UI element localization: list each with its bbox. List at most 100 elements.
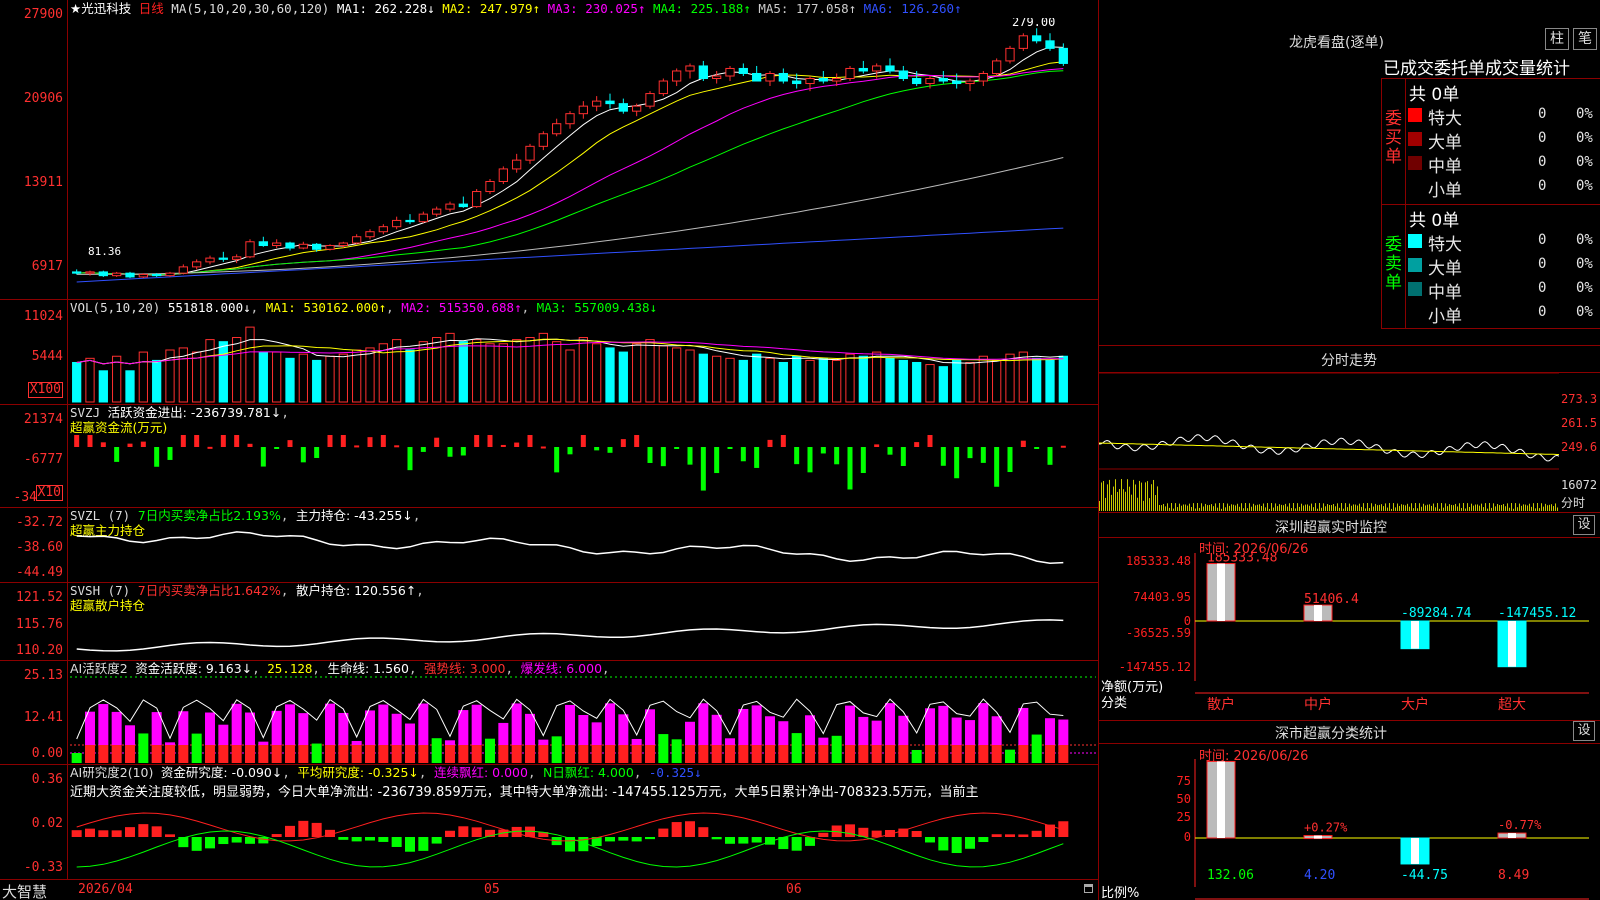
volume-chart[interactable] — [70, 314, 1096, 404]
activity-base — [685, 745, 695, 763]
ai-research-pane[interactable]: 0.36 0.02 -0.33 AI研究度2(10) 资金研究度: -0.090… — [0, 765, 1098, 879]
svsh-pane[interactable]: 121.52 115.76 110.20 SVSH (7) 7日内买卖净占比1.… — [0, 583, 1098, 661]
candle-body — [605, 100, 615, 105]
flow-bar — [834, 447, 840, 465]
candle-body — [458, 203, 468, 208]
price-tick: 6917 — [31, 259, 63, 274]
ai2-axis: 0.36 0.02 -0.33 — [0, 765, 68, 879]
research-bar — [458, 826, 469, 837]
volume-bar — [152, 359, 162, 403]
kline-pane[interactable]: 27900 20906 13911 6917 ★光迅科技 日线 MA(5,10,… — [0, 0, 1098, 300]
intraday-vol-bar — [1333, 504, 1334, 511]
activity-base — [258, 745, 269, 763]
sz-class-settings-button[interactable]: 设 — [1573, 721, 1595, 741]
candle-body — [285, 242, 295, 249]
candle-body — [818, 78, 828, 82]
activity-base — [618, 745, 629, 763]
activity-base — [298, 745, 309, 763]
intraday-chart[interactable] — [1099, 373, 1559, 513]
activity-bar — [778, 721, 789, 745]
ai-activity-pane[interactable]: 25.13 12.41 0.00 AI活跃度2 资金活跃度: 9.163↓, 2… — [0, 661, 1098, 765]
row-count: 0 — [1538, 304, 1547, 320]
intraday-vol-bar — [1343, 508, 1344, 511]
intraday-vol-bar — [1457, 506, 1458, 511]
intraday-vol-bar — [1445, 503, 1446, 511]
ai1-v3: 生命线: 1.560 — [327, 661, 409, 676]
svzj-label: SVZJ — [70, 405, 101, 420]
svzj-axis: 21374 -6777 -34 X10 — [0, 405, 68, 507]
sz-monitor-settings-button[interactable]: 设 — [1573, 515, 1595, 535]
flow-bar — [194, 435, 200, 447]
activity-bar — [871, 720, 882, 745]
intraday-vol-bar — [1227, 503, 1228, 511]
bar-value-label: 4.20 — [1304, 868, 1335, 883]
intraday-vol-bar — [1281, 504, 1282, 511]
ai-research-chart[interactable] — [70, 801, 1096, 879]
intraday-vol-bar — [1295, 508, 1296, 511]
intraday-vol-bar — [1495, 506, 1496, 511]
intraday-vol-bar — [1299, 506, 1300, 511]
intraday-vol-bar — [1125, 491, 1126, 511]
activity-base — [405, 745, 415, 763]
intraday-vol-bar — [1209, 504, 1210, 511]
intraday-vol-bar — [1437, 503, 1438, 511]
intraday-vol-bar — [1413, 508, 1414, 511]
intraday-vol-bar — [1165, 506, 1166, 511]
svsh-chart[interactable] — [70, 603, 1096, 660]
svzj-chart[interactable] — [70, 435, 1096, 507]
intraday-vol-bar — [1503, 504, 1504, 511]
volume-bar — [832, 359, 842, 403]
candle-body — [205, 257, 215, 263]
volume-pane[interactable]: 11024 5444 X100 VOL(5,10,20) 551818.000↓… — [0, 300, 1098, 405]
intraday-vol-bar — [1173, 508, 1174, 511]
candle-body — [805, 78, 815, 85]
sell-orders-label: 委卖单 — [1385, 235, 1402, 293]
svzj-pane[interactable]: 21374 -6777 -34 X10 SVZJ 活跃资金进出: -236739… — [0, 405, 1098, 508]
lock-icon[interactable] — [1084, 884, 1093, 893]
bar-value-label: -44.75 — [1401, 868, 1448, 883]
intraday-panel[interactable]: 分时走势 273.3 261.5 249.6 16072 分时 — [1099, 345, 1600, 513]
intraday-vol-bar — [1133, 479, 1134, 511]
ai2-v3: 连续飘红: 0.000 — [433, 765, 528, 780]
intraday-vol-bar — [1237, 503, 1238, 511]
activity-base — [365, 745, 375, 763]
activity-base — [565, 745, 575, 763]
intraday-vol-bar — [1265, 507, 1266, 511]
ma5-line — [76, 157, 1064, 275]
intraday-vol-bar — [1551, 504, 1552, 511]
activity-base — [245, 745, 255, 763]
activity-bar — [498, 722, 509, 745]
activity-bar — [378, 704, 389, 745]
activity-bar — [698, 703, 709, 745]
intraday-vol-bar — [1287, 506, 1288, 511]
ai-activity-chart[interactable] — [70, 675, 1096, 764]
volume-bar — [872, 351, 882, 403]
flow-bar — [967, 447, 973, 459]
volume-axis: 11024 5444 X100 — [0, 300, 68, 404]
period-label[interactable]: 日线 — [139, 1, 164, 16]
intraday-vol-bar — [1259, 504, 1260, 511]
research-bar — [405, 837, 415, 852]
intraday-vol-bar — [1539, 508, 1540, 511]
candlestick-chart[interactable]: 279.00 81.36 — [70, 18, 1096, 298]
bar-mode-button[interactable]: 柱 — [1545, 28, 1569, 50]
svzl-pane[interactable]: -32.72 -38.60 -44.49 SVZL (7) 7日内买卖净占比2.… — [0, 508, 1098, 583]
brand-label[interactable]: 大智慧 — [2, 881, 47, 900]
intraday-vol-bar — [1129, 486, 1130, 511]
volume-bar — [98, 370, 108, 403]
intraday-vol-bar — [1537, 503, 1538, 511]
volume-bar — [485, 343, 495, 403]
intraday-vol-bar — [1467, 503, 1468, 511]
intraday-vol-bar — [1137, 497, 1138, 511]
activity-bar — [978, 703, 989, 745]
activity-bar — [618, 714, 629, 745]
intraday-vol-bar — [1517, 507, 1518, 511]
activity-base — [858, 745, 869, 763]
candle-body — [738, 67, 748, 74]
intraday-vol-bar — [1177, 507, 1178, 511]
candle-body — [845, 67, 855, 80]
svzj-header: SVZJ 活跃资金进出: -236739.781↓, — [70, 405, 289, 420]
svzl-chart[interactable] — [70, 528, 1096, 582]
ai2-v5: -0.325↓ — [648, 765, 702, 780]
tick-mode-button[interactable]: 笔 — [1573, 28, 1597, 50]
